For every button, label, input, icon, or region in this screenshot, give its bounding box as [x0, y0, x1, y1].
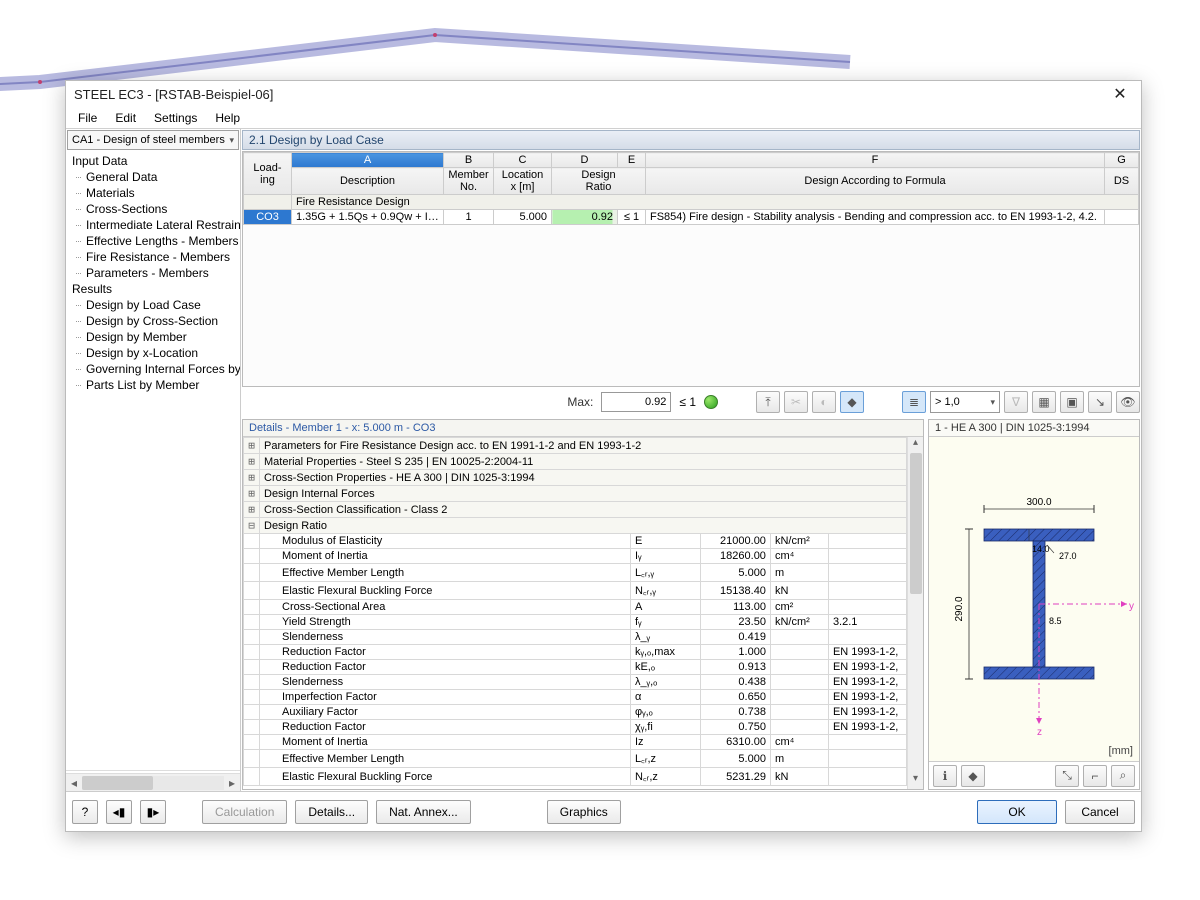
details-row[interactable]: Auxiliary Factorφᵧ,ₒ0.738EN 1993-1-2, — [244, 705, 907, 720]
status-ok-icon — [704, 395, 718, 409]
nav-tree: Input Data General Data Materials Cross-… — [66, 153, 240, 771]
graphics-button[interactable]: Graphics — [547, 800, 621, 824]
svg-text:y: y — [1129, 601, 1134, 612]
details-row[interactable]: Reduction FactorkE,ₒ0.913EN 1993-1-2, — [244, 660, 907, 675]
menu-bar: File Edit Settings Help — [66, 107, 1141, 129]
max-label: Max: — [567, 395, 593, 409]
grid-toolbar: Max: ≤ 1 ⤒ ✂ ◐ ◆ ≣ > 1,0 ▾ ∇ ▦ ▣ ↘ 👁 — [242, 389, 1140, 415]
title-bar: STEEL EC3 - [RSTAB-Beispiel-06] ✕ — [66, 81, 1141, 107]
svg-text:z: z — [1037, 727, 1042, 738]
info-icon[interactable]: ℹ — [933, 765, 957, 787]
svg-text:14.0: 14.0 — [1032, 544, 1050, 554]
unit-label: [mm] — [1109, 745, 1133, 757]
details-table[interactable]: ⊞Parameters for Fire Resistance Design a… — [243, 437, 907, 786]
section-title: 1 - HE A 300 | DIN 1025-3:1994 — [929, 420, 1139, 437]
ok-button[interactable]: OK — [977, 800, 1057, 824]
nat-annex-button[interactable]: Nat. Annex... — [376, 800, 471, 824]
details-header: Details - Member 1 - x: 5.000 m - CO3 — [243, 420, 923, 437]
tree-item[interactable]: Governing Internal Forces by M — [66, 361, 240, 377]
section-canvas: 300.0 290.0 — [929, 437, 1139, 761]
export-icon[interactable]: ▦ — [1032, 391, 1056, 413]
results-grid: Load- ing A B C D E F G Description Memb… — [242, 151, 1140, 387]
max-value-input[interactable] — [601, 392, 671, 412]
tree-item[interactable]: Fire Resistance - Members — [66, 249, 240, 265]
details-row[interactable]: Cross-Sectional AreaA113.00cm² — [244, 600, 907, 615]
details-row[interactable]: Effective Member LengthL꜀ᵣ,z5.000m — [244, 750, 907, 768]
prev-page-button[interactable]: ◂▮ — [106, 800, 132, 824]
tool-icon[interactable]: ◐ — [812, 391, 836, 413]
details-row[interactable]: Effective Member LengthL꜀ᵣ,ᵧ5.000m — [244, 564, 907, 582]
tree-item[interactable]: General Data — [66, 169, 240, 185]
zoom-icon[interactable]: ⌕ — [1111, 765, 1135, 787]
color-icon[interactable]: ◆ — [840, 391, 864, 413]
max-le-label: ≤ 1 — [675, 395, 700, 409]
tree-group-input[interactable]: Input Data — [66, 153, 240, 169]
tree-item[interactable]: Parts List by Member — [66, 377, 240, 393]
menu-edit[interactable]: Edit — [109, 109, 142, 127]
details-row[interactable]: Yield Strengthfᵧ23.50kN/cm²3.2.1 — [244, 615, 907, 630]
details-button[interactable]: Details... — [295, 800, 368, 824]
case-combo[interactable]: CA1 - Design of steel members ▾ — [67, 130, 239, 150]
axis-icon[interactable]: ⤡ — [1055, 765, 1079, 787]
tree-item[interactable]: Design by x-Location — [66, 345, 240, 361]
svg-text:290.0: 290.0 — [954, 596, 965, 621]
close-icon[interactable]: ✕ — [1107, 84, 1133, 104]
tree-item[interactable]: Materials — [66, 185, 240, 201]
axes-icon[interactable]: ⌐ — [1083, 765, 1107, 787]
tree-h-scrollbar[interactable]: ◂▸ — [66, 773, 240, 791]
details-row[interactable]: Slendernessλ_ᵧ0.419 — [244, 630, 907, 645]
help-button[interactable]: ? — [72, 800, 98, 824]
ratio-filter-combo[interactable]: > 1,0 ▾ — [930, 391, 1000, 413]
menu-help[interactable]: Help — [209, 109, 246, 127]
window-title: STEEL EC3 - [RSTAB-Beispiel-06] — [74, 87, 1107, 102]
sidebar: CA1 - Design of steel members ▾ Input Da… — [66, 129, 241, 791]
details-panel: Details - Member 1 - x: 5.000 m - CO3 ⊞P… — [242, 419, 924, 790]
details-row[interactable]: Elastic Flexural Buckling ForceN꜀ᵣ,ᵧ1513… — [244, 582, 907, 600]
pick-icon[interactable]: ↘ — [1088, 391, 1112, 413]
details-row[interactable]: Modulus of ElasticityE21000.00kN/cm² — [244, 534, 907, 549]
cancel-button[interactable]: Cancel — [1065, 800, 1135, 824]
tree-group-results[interactable]: Results — [66, 281, 240, 297]
section-panel: 1 - HE A 300 | DIN 1025-3:1994 300.0 290… — [928, 419, 1140, 790]
color-icon[interactable]: ◆ — [961, 765, 985, 787]
details-row[interactable]: Moment of InertiaIz6310.00cm⁴ — [244, 735, 907, 750]
tree-item[interactable]: Parameters - Members — [66, 265, 240, 281]
svg-text:8.5: 8.5 — [1049, 616, 1062, 626]
dialog-window: STEEL EC3 - [RSTAB-Beispiel-06] ✕ File E… — [65, 80, 1142, 832]
filter-icon[interactable]: ∇ — [1004, 391, 1028, 413]
details-row[interactable]: Elastic Flexural Buckling ForceN꜀ᵣ,z5231… — [244, 768, 907, 786]
view-member-icon[interactable]: ⤒ — [756, 391, 780, 413]
tree-item[interactable]: Intermediate Lateral Restraints — [66, 217, 240, 233]
grid-row[interactable]: CO3 1.35G + 1.5Qs + 0.9Qw + Imp 1 5.000 … — [244, 210, 1139, 225]
main-area: 2.1 Design by Load Case Load- ing A B C … — [241, 129, 1141, 791]
tree-item[interactable]: Effective Lengths - Members — [66, 233, 240, 249]
menu-file[interactable]: File — [72, 109, 103, 127]
menu-settings[interactable]: Settings — [148, 109, 203, 127]
tree-item[interactable]: Design by Load Case — [66, 297, 240, 313]
details-v-scrollbar[interactable]: ▴ ▾ — [907, 437, 923, 789]
chevron-down-icon: ▾ — [990, 397, 995, 408]
select-icon[interactable]: ▣ — [1060, 391, 1084, 413]
next-page-button[interactable]: ▮▸ — [140, 800, 166, 824]
calculation-button[interactable]: Calculation — [202, 800, 287, 824]
footer-bar: ? ◂▮ ▮▸ Calculation Details... Nat. Anne… — [66, 791, 1141, 831]
panel-title: 2.1 Design by Load Case — [242, 130, 1140, 150]
details-row[interactable]: Moment of InertiaIᵧ18260.00cm⁴ — [244, 549, 907, 564]
eye-icon[interactable]: 👁 — [1116, 391, 1140, 413]
grid-table[interactable]: Load- ing A B C D E F G Description Memb… — [243, 152, 1139, 225]
svg-text:300.0: 300.0 — [1026, 497, 1051, 508]
sort-icon[interactable]: ≣ — [902, 391, 926, 413]
details-row[interactable]: Reduction Factorkᵧ,ₒ,max1.000EN 1993-1-2… — [244, 645, 907, 660]
details-row[interactable]: Reduction Factorχᵧ,fi0.750EN 1993-1-2, — [244, 720, 907, 735]
svg-text:27.0: 27.0 — [1059, 551, 1077, 561]
chevron-down-icon: ▾ — [229, 135, 234, 146]
section-toolbar: ℹ ◆ ⤡ ⌐ ⌕ — [929, 761, 1139, 789]
details-row[interactable]: Imperfection Factorα0.650EN 1993-1-2, — [244, 690, 907, 705]
tree-item[interactable]: Design by Cross-Section — [66, 313, 240, 329]
details-row[interactable]: Slendernessλ_ᵧ,ₒ0.438EN 1993-1-2, — [244, 675, 907, 690]
tool-icon[interactable]: ✂ — [784, 391, 808, 413]
tree-item[interactable]: Cross-Sections — [66, 201, 240, 217]
tree-item[interactable]: Design by Member — [66, 329, 240, 345]
